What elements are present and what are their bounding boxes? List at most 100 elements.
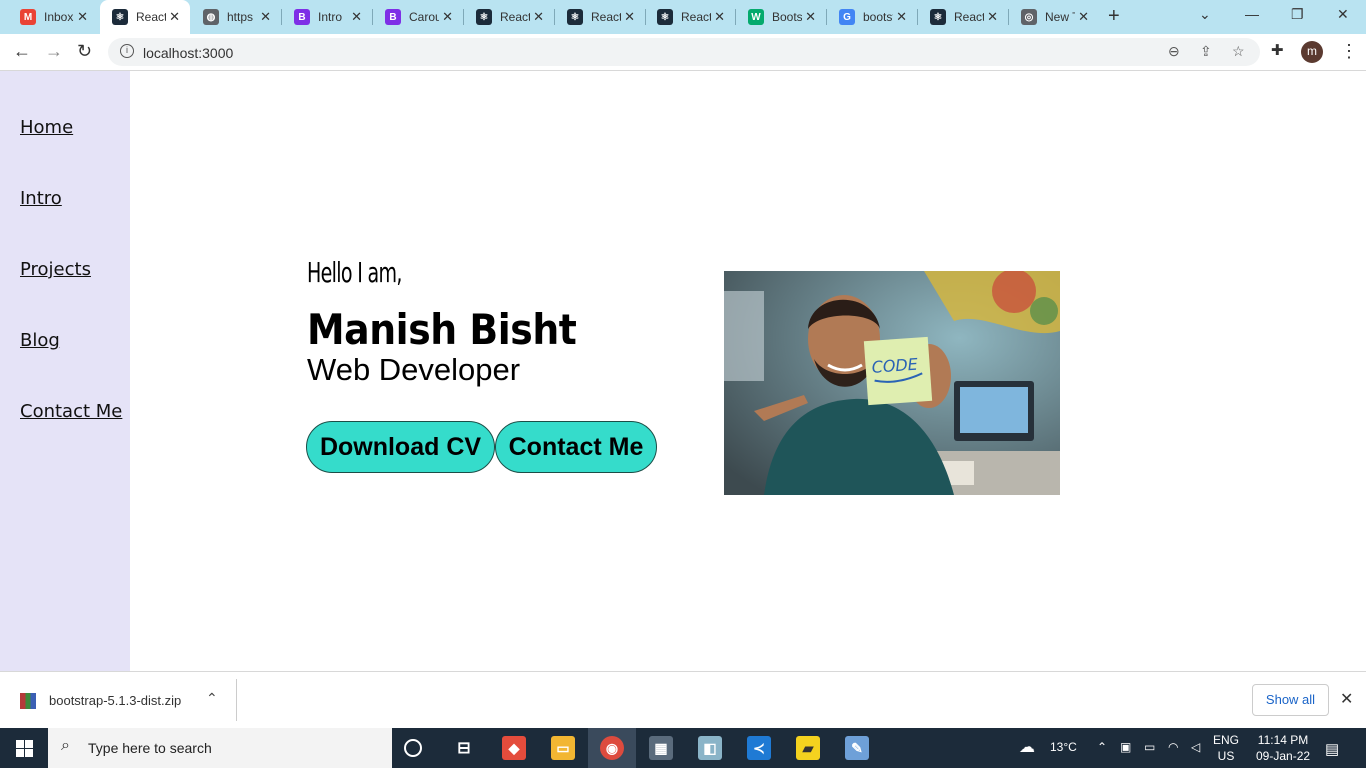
search-placeholder: Type here to search bbox=[88, 740, 212, 756]
chevron-up-icon[interactable]: ⌃ bbox=[206, 690, 218, 707]
notepad-icon[interactable]: ◧ bbox=[698, 736, 722, 760]
task-view-icon[interactable]: ⊟ bbox=[452, 736, 476, 760]
new-tab-icon[interactable]: + bbox=[1108, 5, 1120, 28]
browser-tab[interactable]: B Carousel✕ bbox=[373, 0, 463, 34]
browser-tab[interactable]: ⚛ React ✕ bbox=[464, 0, 554, 34]
tab-title: React bbox=[500, 10, 530, 24]
close-tab-icon[interactable]: ✕ bbox=[442, 9, 453, 25]
download-cv-button[interactable]: Download CV bbox=[306, 421, 495, 473]
reload-icon[interactable]: ↻ bbox=[77, 41, 92, 62]
sidebar-item-home[interactable]: Home bbox=[20, 117, 73, 138]
close-tab-icon[interactable]: ✕ bbox=[77, 9, 88, 25]
battery-icon[interactable]: ▭ bbox=[1144, 740, 1155, 754]
browser-tab[interactable]: M Inbox ✕ bbox=[8, 0, 98, 34]
sidebar-item-intro[interactable]: Intro bbox=[20, 188, 62, 209]
address-bar[interactable]: i localhost:3000 ⊖ ⇪ ☆ bbox=[108, 38, 1260, 66]
browser-tab[interactable]: ◎ New Tab✕ bbox=[1009, 0, 1099, 34]
profile-photo: CODE bbox=[724, 271, 1060, 495]
show-all-button[interactable]: Show all bbox=[1252, 684, 1329, 716]
close-tab-icon[interactable]: ✕ bbox=[533, 9, 544, 25]
tab-title: React App bbox=[136, 10, 166, 24]
browser-tab[interactable]: B Intro ✕ bbox=[282, 0, 372, 34]
close-tab-icon[interactable]: ✕ bbox=[260, 9, 271, 25]
forward-icon[interactable]: → bbox=[45, 41, 63, 62]
menu-icon[interactable]: ⋮ bbox=[1340, 41, 1358, 62]
anydesk-icon[interactable]: ◆ bbox=[502, 736, 526, 760]
vscode-icon[interactable]: ≺ bbox=[747, 736, 771, 760]
zoom-icon[interactable]: ⊖ bbox=[1168, 43, 1180, 60]
file-explorer-icon[interactable]: ▭ bbox=[551, 736, 575, 760]
notification-icon[interactable]: ▤ bbox=[1325, 740, 1339, 758]
tab-search-icon[interactable]: ⌄ bbox=[1199, 6, 1211, 23]
tab-title: Bootstrap bbox=[772, 10, 802, 24]
tab-title: Carousel bbox=[409, 10, 439, 24]
tab-title: https bbox=[227, 10, 254, 24]
cortana-icon[interactable] bbox=[404, 739, 422, 757]
tab-title: React bbox=[681, 10, 711, 24]
profile-avatar[interactable]: m bbox=[1301, 41, 1323, 63]
browser-tab[interactable]: Gbootstrap✕ bbox=[827, 0, 917, 34]
url-text[interactable]: localhost:3000 bbox=[143, 45, 233, 61]
browser-tab[interactable]: ◍ https ✕ bbox=[191, 0, 281, 34]
react-icon: ⚛ bbox=[567, 9, 583, 25]
clock-time: 11:14 PM bbox=[1257, 733, 1309, 747]
calculator-icon[interactable]: ▦ bbox=[649, 736, 673, 760]
sidebar-item-projects[interactable]: Projects bbox=[20, 259, 91, 280]
language-code: ENG bbox=[1213, 733, 1240, 747]
bookmark-star-icon[interactable]: ☆ bbox=[1232, 43, 1245, 60]
chrome-icon[interactable]: ◉ bbox=[600, 736, 624, 760]
close-tab-icon[interactable]: ✕ bbox=[714, 9, 725, 25]
browser-tab[interactable]: ⚛ React ✕ bbox=[645, 0, 735, 34]
tab-title: bootstrap bbox=[863, 10, 893, 24]
browser-tab[interactable]: ⚛ React App✕ bbox=[100, 0, 190, 34]
browser-tab[interactable]: ⚛ React ✕ bbox=[555, 0, 645, 34]
volume-icon[interactable]: ◁ bbox=[1191, 740, 1200, 754]
back-icon[interactable]: ← bbox=[13, 41, 31, 62]
share-icon[interactable]: ⇪ bbox=[1200, 43, 1212, 60]
chrome-icon: ◎ bbox=[1021, 9, 1037, 25]
sidebar-item-blog[interactable]: Blog bbox=[20, 330, 60, 351]
contact-me-button[interactable]: Contact Me bbox=[495, 421, 657, 473]
weather-temp[interactable]: 13°C bbox=[1050, 740, 1077, 754]
close-tab-icon[interactable]: ✕ bbox=[896, 9, 907, 25]
site-info-icon[interactable]: i bbox=[120, 44, 134, 58]
close-tab-icon[interactable]: ✕ bbox=[624, 9, 635, 25]
sidebar: Home Intro Projects Blog Contact Me bbox=[0, 71, 130, 671]
meet-now-icon[interactable]: ▣ bbox=[1120, 740, 1131, 754]
close-tab-icon[interactable]: ✕ bbox=[1078, 9, 1089, 25]
close-icon[interactable]: ✕ bbox=[1340, 689, 1353, 709]
windows-start-icon[interactable] bbox=[16, 740, 33, 757]
sidebar-item-contact[interactable]: Contact Me bbox=[20, 401, 122, 422]
language-indicator[interactable]: ENG US bbox=[1213, 732, 1239, 764]
close-tab-icon[interactable]: ✕ bbox=[351, 9, 362, 25]
browser-tab[interactable]: ⚛ React ✕ bbox=[918, 0, 1008, 34]
close-tab-icon[interactable]: ✕ bbox=[169, 9, 180, 25]
bootstrap-icon: B bbox=[294, 9, 310, 25]
hero-role: Web Developer bbox=[307, 352, 521, 387]
maximize-icon[interactable]: ❐ bbox=[1291, 6, 1304, 23]
react-icon: ⚛ bbox=[657, 9, 673, 25]
tab-title: React bbox=[591, 10, 621, 24]
weather-cloud-icon[interactable]: ☁ bbox=[1019, 737, 1035, 757]
google-icon: G bbox=[839, 9, 855, 25]
close-window-icon[interactable]: ✕ bbox=[1337, 6, 1349, 23]
chevron-up-icon[interactable]: ⌃ bbox=[1097, 740, 1107, 754]
react-icon: ⚛ bbox=[930, 9, 946, 25]
minimize-icon[interactable]: — bbox=[1245, 6, 1259, 22]
close-tab-icon[interactable]: ✕ bbox=[805, 9, 816, 25]
hero-greeting: Hello I am, bbox=[307, 256, 402, 289]
download-filename[interactable]: bootstrap-5.1.3-dist.zip bbox=[49, 693, 181, 708]
taskbar-search[interactable]: ⌕ Type here to search bbox=[48, 728, 392, 768]
tab-title: React bbox=[954, 10, 984, 24]
tab-strip: MInbox✕⚛React App✕◍https✕BIntro✕BCarouse… bbox=[0, 0, 1366, 34]
paint-icon[interactable]: ✎ bbox=[845, 736, 869, 760]
wifi-icon[interactable]: ◠ bbox=[1168, 740, 1178, 754]
hero-name: Manish Bisht bbox=[307, 305, 577, 354]
extensions-icon[interactable]: ✚ bbox=[1271, 41, 1284, 59]
sticky-notes-icon[interactable]: ▰ bbox=[796, 736, 820, 760]
divider bbox=[236, 679, 237, 721]
browser-tab[interactable]: W Bootstrap✕ bbox=[736, 0, 826, 34]
close-tab-icon[interactable]: ✕ bbox=[987, 9, 998, 25]
system-clock[interactable]: 11:14 PM 09-Jan-22 bbox=[1256, 732, 1310, 764]
bootstrap-icon: B bbox=[385, 9, 401, 25]
